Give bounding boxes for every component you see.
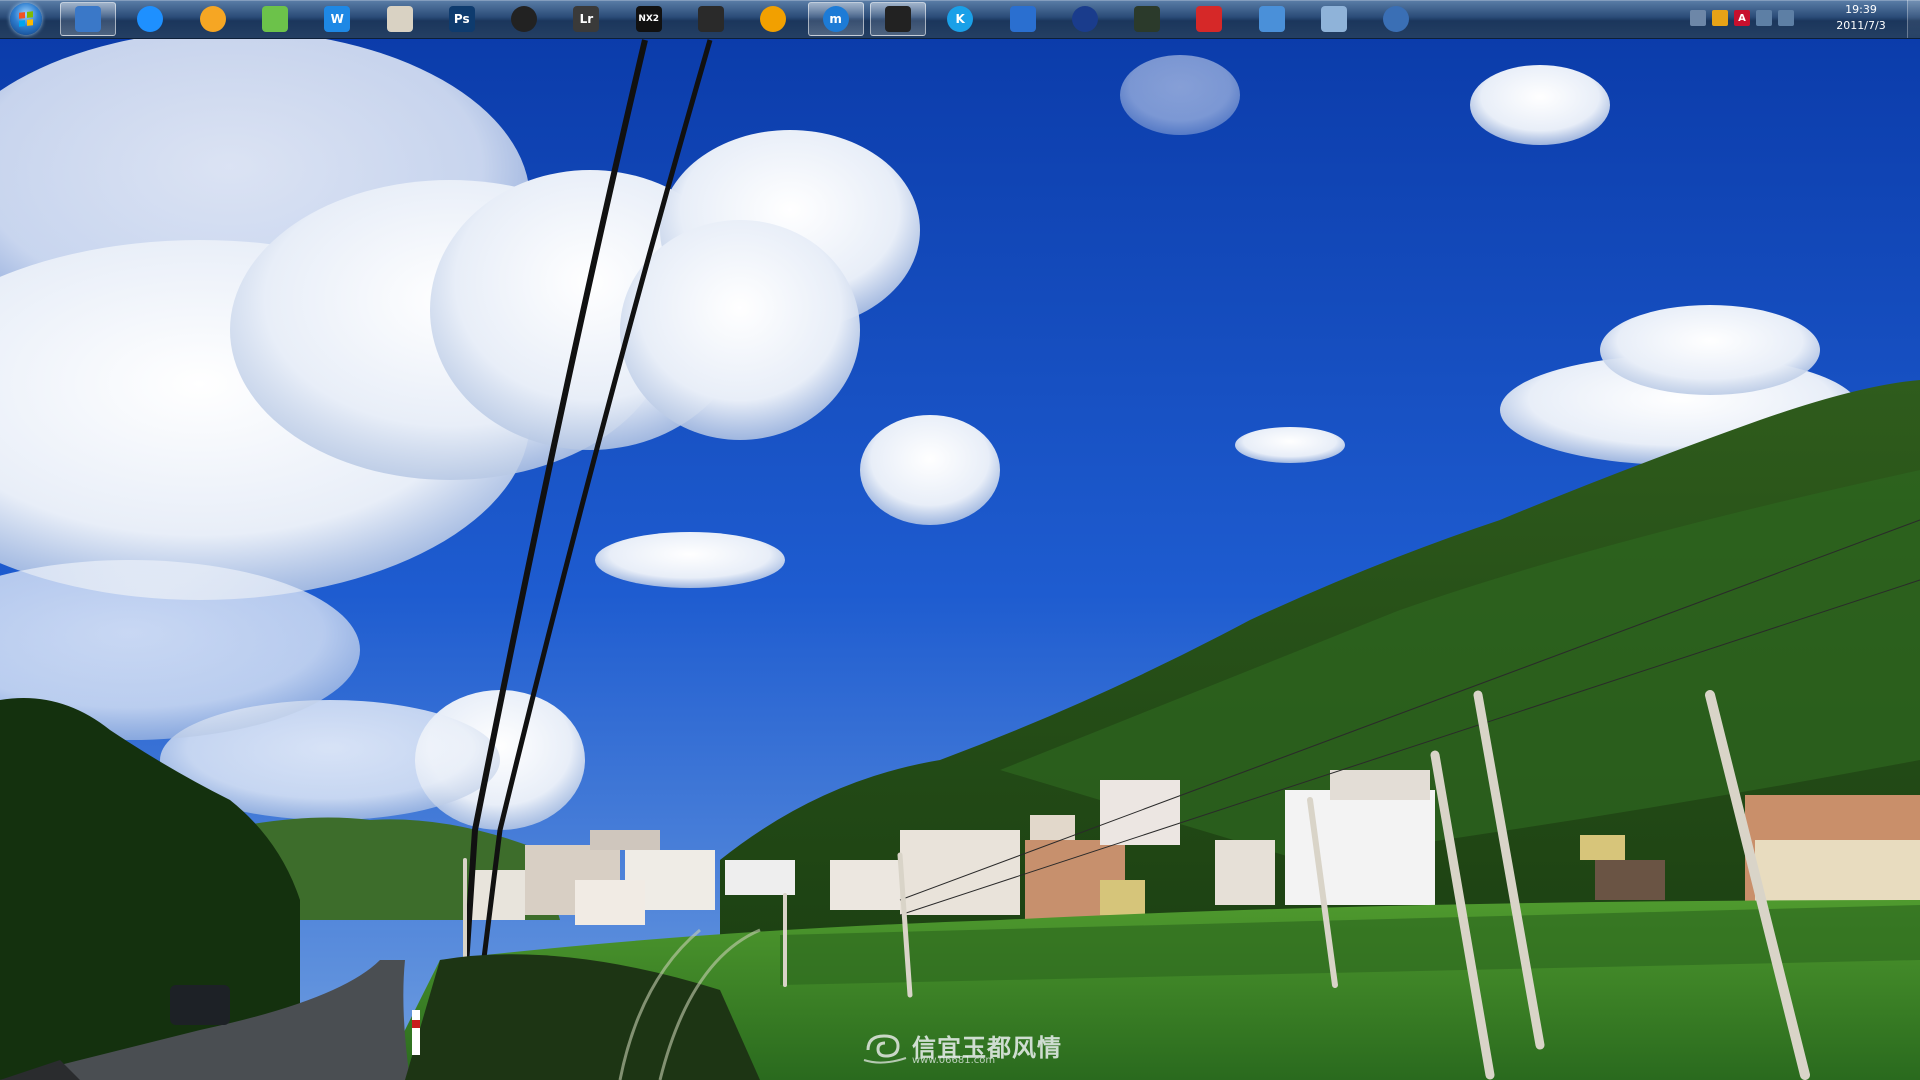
tray-icons: A [1690, 10, 1794, 28]
computer-icon [75, 6, 101, 32]
game-icon [1134, 6, 1161, 32]
start-button[interactable] [4, 1, 48, 37]
nx2-icon: NX2 [635, 6, 662, 32]
bird-app-icon [1009, 6, 1036, 32]
taskbar-button-recycle-bin[interactable] [1306, 2, 1362, 36]
system-tray: A 19:39 2011/7/3 [1690, 0, 1920, 38]
kugou-icon: K [947, 6, 974, 32]
volume-icon[interactable] [1778, 10, 1794, 26]
recycle-bin-icon [1321, 6, 1347, 32]
network-icon[interactable] [1756, 10, 1772, 26]
windows-start-orb-icon [10, 3, 42, 35]
music-player-icon [760, 6, 787, 32]
angry-bird-icon [1258, 6, 1285, 32]
watermark-url: www.06681.com [912, 1055, 996, 1066]
taskbar-button-nx2[interactable]: NX2 [621, 2, 677, 36]
desktop-wallpaper [0, 0, 1920, 1080]
taskbar-button-computer[interactable] [60, 2, 116, 36]
browser-icon [137, 6, 164, 32]
watermark: 信宜玉都风情 www.06681.com [862, 1026, 1062, 1070]
qq-tray-icon[interactable] [1712, 10, 1728, 26]
taskbar-button-game[interactable] [1119, 2, 1175, 36]
taskbar-button-music-player[interactable] [745, 2, 801, 36]
taskbar-button-google-earth[interactable] [1057, 2, 1113, 36]
taskbar-button-lightroom[interactable]: Lr [558, 2, 614, 36]
taskbar-button-image-viewer[interactable] [372, 2, 428, 36]
photoshop-icon: Ps [448, 6, 475, 32]
taskbar: W Ps Lr NX2 m K A 19:39 2011/7/3 [0, 0, 1920, 39]
maxthon-icon: m [822, 6, 849, 32]
taskbar-button-photoshop[interactable]: Ps [434, 2, 490, 36]
chat-icon [199, 6, 226, 32]
word-icon: W [324, 6, 351, 32]
clock[interactable]: 19:39 2011/7/3 [1826, 2, 1896, 34]
android-tool-icon [261, 6, 288, 32]
media-player-icon [511, 6, 538, 32]
taskbar-button-chat[interactable] [185, 2, 241, 36]
taskbar-button-android-tool[interactable] [247, 2, 303, 36]
taskbar-button-browser[interactable] [122, 2, 178, 36]
taskbar-button-qq[interactable] [869, 2, 926, 36]
taskbar-button-red-app[interactable] [1181, 2, 1237, 36]
taskbar-button-bird-app[interactable] [995, 2, 1051, 36]
image-viewer-icon [386, 6, 413, 32]
globe-icon [1383, 6, 1410, 32]
adobe-tray-icon[interactable]: A [1734, 10, 1750, 26]
qq-icon [884, 6, 911, 32]
lightroom-icon: Lr [573, 6, 600, 32]
taskbar-button-kugou[interactable]: K [932, 2, 988, 36]
show-desktop-button[interactable] [1907, 0, 1920, 38]
taskbar-button-word[interactable]: W [309, 2, 365, 36]
clock-time: 19:39 [1845, 3, 1877, 16]
google-earth-icon [1071, 6, 1098, 32]
taskbar-button-maxthon[interactable]: m [807, 2, 864, 36]
taskbar-button-angry-bird[interactable] [1244, 2, 1300, 36]
fox-icon [698, 6, 724, 32]
taskbar-button-fox[interactable] [683, 2, 739, 36]
clock-date: 2011/7/3 [1836, 19, 1886, 32]
taskbar-button-globe[interactable] [1368, 2, 1424, 36]
red-app-icon [1196, 6, 1223, 32]
swirl-logo-icon [863, 1034, 907, 1064]
keyboard-icon[interactable] [1690, 10, 1706, 26]
taskbar-button-media-player[interactable] [496, 2, 552, 36]
